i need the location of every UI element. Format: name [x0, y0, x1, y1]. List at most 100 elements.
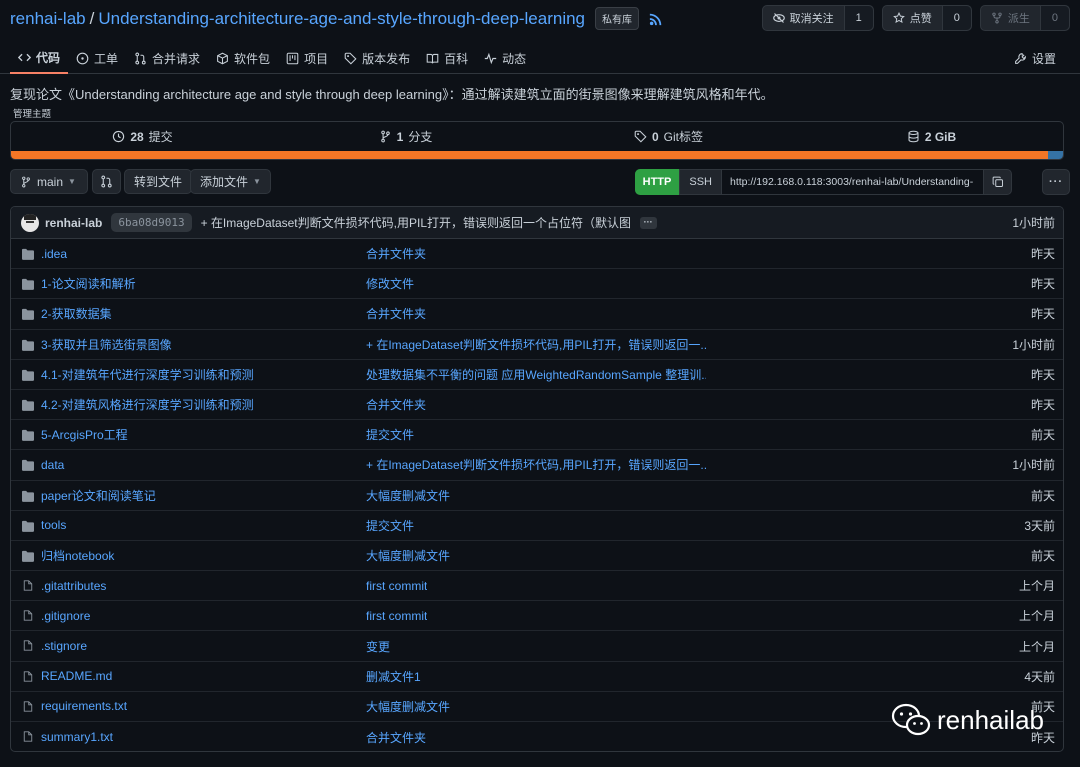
file-commit-message-link[interactable]: 大幅度删减文件: [366, 698, 450, 715]
tab-code[interactable]: 代码: [10, 42, 69, 74]
commits-stat[interactable]: 28 提交: [11, 122, 274, 151]
file-commit-message-link[interactable]: 合并文件夹: [366, 729, 426, 746]
star-count[interactable]: 0: [942, 6, 971, 30]
file-name-link[interactable]: 4.2-对建筑风格进行深度学习训练和预测: [41, 396, 254, 413]
clone-url-input[interactable]: http://192.168.0.118:3003/renhai-lab/Und…: [722, 169, 984, 195]
file-commit-message-link[interactable]: first commit: [366, 579, 427, 593]
file-commit-message-link[interactable]: 删减文件1: [366, 668, 421, 685]
file-row[interactable]: 1-论文阅读和解析 修改文件 昨天: [11, 269, 1063, 300]
tab-pull-requests[interactable]: 合并请求: [126, 42, 208, 74]
file-name-link[interactable]: requirements.txt: [41, 699, 127, 713]
file-commit-message-link[interactable]: + 在ImageDataset判断文件损坏代码,用PIL打开，错误则返回一...: [366, 456, 706, 473]
file-commit-message-link[interactable]: 合并文件夹: [366, 245, 426, 262]
file-name-link[interactable]: .idea: [41, 247, 67, 261]
file-name-link[interactable]: 4.1-对建筑年代进行深度学习训练和预测: [41, 366, 254, 383]
file-row[interactable]: 5-ArcgisPro工程 提交文件 前天: [11, 420, 1063, 451]
repo-size: 2 GiB: [924, 129, 957, 144]
rss-icon[interactable]: [649, 12, 663, 26]
avatar[interactable]: [21, 213, 39, 232]
fork-button[interactable]: 派生 0: [979, 5, 1070, 31]
file-name-link[interactable]: paper论文和阅读笔记: [41, 487, 156, 504]
file-row[interactable]: .gitattributes first commit 上个月: [11, 571, 1063, 602]
watch-count[interactable]: 1: [844, 6, 873, 30]
language-bar-segment: [1048, 151, 1063, 159]
tab-packages[interactable]: 软件包: [208, 42, 278, 74]
commit-author-link[interactable]: renhai-lab: [45, 216, 102, 230]
repo-title-separator: /: [89, 8, 95, 28]
file-commit-message-link[interactable]: 合并文件夹: [366, 305, 426, 322]
file-name-link[interactable]: data: [41, 458, 64, 472]
tags-stat[interactable]: 0 Git标签: [537, 122, 800, 151]
file-commit-message-link[interactable]: 修改文件: [366, 275, 414, 292]
file-commit-message-link[interactable]: + 在ImageDataset判断文件损坏代码,用PIL打开，错误则返回一...: [366, 336, 706, 353]
branch-name: main: [37, 174, 64, 189]
add-file-button[interactable]: 添加文件 ▼: [190, 169, 271, 194]
file-name-link[interactable]: 归档notebook: [41, 547, 114, 564]
file-row[interactable]: .stignore 变更 上个月: [11, 631, 1063, 662]
private-badge: 私有库: [595, 7, 640, 30]
repo-name-link[interactable]: Understanding-architecture-age-and-style…: [98, 9, 585, 29]
unwatch-button[interactable]: 取消关注 1: [761, 5, 874, 31]
tab-settings[interactable]: 设置: [1014, 42, 1056, 74]
file-row[interactable]: README.md 删减文件1 4天前: [11, 662, 1063, 692]
star-button[interactable]: 点赞 0: [881, 5, 972, 31]
file-commit-message-link[interactable]: 提交文件: [366, 517, 414, 534]
goto-file-button[interactable]: 转到文件: [124, 169, 193, 194]
file-row[interactable]: 3-获取并且筛选街景图像 + 在ImageDataset判断文件损坏代码,用PIL…: [11, 330, 1063, 360]
file-name-link[interactable]: 2-获取数据集: [41, 305, 112, 322]
clone-http-button[interactable]: HTTP: [634, 169, 680, 195]
copy-url-button[interactable]: [984, 169, 1012, 195]
history-icon: [113, 130, 125, 143]
file-row[interactable]: data + 在ImageDataset判断文件损坏代码,用PIL打开，错误则返回…: [11, 450, 1063, 481]
manage-topics-link[interactable]: 管理主题: [13, 106, 51, 120]
file-name-link[interactable]: .stignore: [41, 639, 87, 653]
tab-label: 工单: [94, 51, 119, 66]
add-file-label: 添加文件: [200, 175, 249, 189]
file-row[interactable]: 2-获取数据集 合并文件夹 昨天: [11, 299, 1063, 330]
file-row[interactable]: .gitignore first commit 上个月: [11, 601, 1063, 632]
tab-label: 合并请求: [152, 51, 201, 66]
tab-issues[interactable]: 工单: [68, 42, 126, 74]
file-name-link[interactable]: tools: [41, 518, 66, 532]
file-commit-message-link[interactable]: 大幅度删减文件: [366, 487, 450, 504]
file-commit-message-link[interactable]: 大幅度删减文件: [366, 547, 450, 564]
folder-icon: [22, 339, 34, 351]
file-commit-message-link[interactable]: 处理数据集不平衡的问题 应用WeightedRandomSample 整理训..…: [366, 366, 706, 383]
issue-icon: [76, 52, 89, 64]
branches-count: 1: [396, 129, 404, 144]
file-name-link[interactable]: 5-ArcgisPro工程: [41, 426, 128, 443]
file-row[interactable]: 归档notebook 大幅度删减文件 前天: [11, 541, 1063, 572]
fork-count[interactable]: 0: [1040, 6, 1069, 30]
branch-selector[interactable]: main ▼: [10, 169, 88, 194]
tab-releases[interactable]: 版本发布: [336, 42, 418, 74]
file-row[interactable]: paper论文和阅读笔记 大幅度删减文件 前天: [11, 481, 1063, 511]
file-commit-message-link[interactable]: 合并文件夹: [366, 396, 426, 413]
file-row[interactable]: .idea 合并文件夹 昨天: [11, 239, 1063, 270]
file-name-link[interactable]: 3-获取并且筛选街景图像: [41, 336, 172, 353]
compare-button[interactable]: [92, 169, 121, 194]
commit-sha-button[interactable]: 6ba08d9013: [111, 213, 192, 232]
file-commit-time: 前天: [1030, 548, 1055, 563]
tab-wiki[interactable]: 百科: [418, 42, 476, 74]
language-bar-segment: [11, 151, 1049, 159]
file-row[interactable]: 4.1-对建筑年代进行深度学习训练和预测 处理数据集不平衡的问题 应用Weight…: [11, 360, 1063, 390]
file-name-link[interactable]: .gitattributes: [41, 579, 106, 593]
more-options-button[interactable]: ···: [1042, 169, 1070, 195]
tab-activity[interactable]: 动态: [476, 42, 534, 74]
file-name-link[interactable]: 1-论文阅读和解析: [41, 275, 136, 292]
clone-ssh-button[interactable]: SSH: [679, 169, 722, 195]
file-name-link[interactable]: README.md: [41, 669, 112, 683]
file-commit-message-link[interactable]: first commit: [366, 609, 427, 623]
file-commit-message-link[interactable]: 变更: [366, 638, 390, 655]
branches-stat[interactable]: 1 分支: [274, 122, 537, 151]
file-commit-time: 昨天: [1030, 247, 1055, 262]
file-name-link[interactable]: .gitignore: [41, 609, 90, 623]
repo-owner-link[interactable]: renhai-lab: [10, 9, 86, 29]
file-name-link[interactable]: summary1.txt: [41, 730, 113, 744]
file-row[interactable]: tools 提交文件 3天前: [11, 511, 1063, 541]
expand-commit-message-button[interactable]: ···: [639, 216, 657, 229]
commit-message-link[interactable]: + 在ImageDataset判断文件损坏代码,用PIL打开，错误则返回一个占位…: [201, 214, 631, 231]
file-row[interactable]: 4.2-对建筑风格进行深度学习训练和预测 合并文件夹 昨天: [11, 390, 1063, 421]
file-commit-message-link[interactable]: 提交文件: [366, 426, 414, 443]
tab-projects[interactable]: 项目: [278, 42, 336, 74]
